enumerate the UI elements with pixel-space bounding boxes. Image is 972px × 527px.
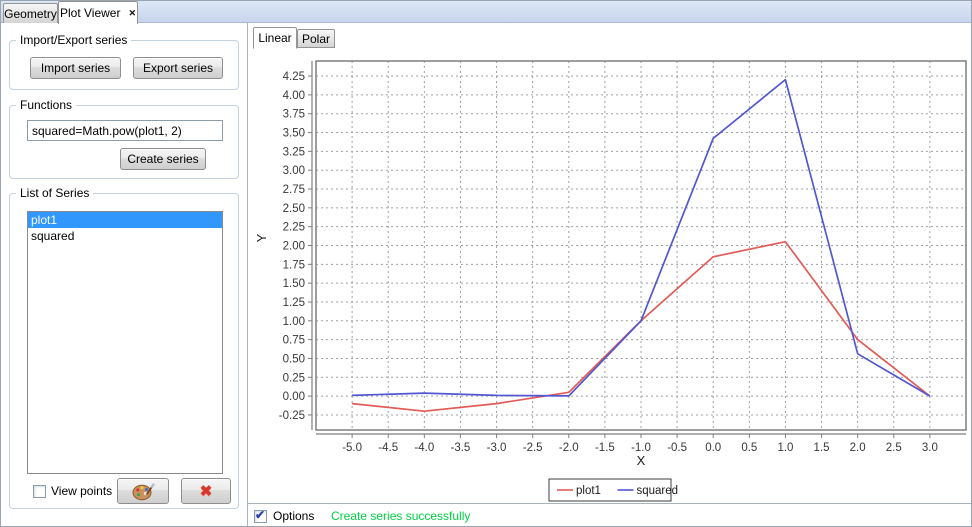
palette-icon	[131, 482, 155, 501]
legend-label-plot1: plot1	[576, 485, 601, 497]
import-export-group-title: Import/Export series	[16, 33, 131, 47]
functions-group-title: Functions	[16, 98, 76, 112]
create-series-button[interactable]: Create series	[120, 148, 206, 170]
import-series-button[interactable]: Import series	[30, 57, 121, 79]
y-axis-title: Y	[254, 233, 269, 242]
status-text: Create series successfully	[331, 509, 470, 523]
list-item-squared[interactable]: squared	[28, 228, 222, 244]
y-tick-label: 0.00	[283, 391, 305, 403]
x-tick-label: -3.5	[451, 442, 471, 454]
list-item-plot1[interactable]: plot1	[28, 212, 222, 228]
tab-linear[interactable]: Linear	[253, 27, 297, 49]
main-tabbar: Geometry Plot Viewer ✕	[1, 1, 971, 23]
y-tick-label: 2.75	[283, 184, 305, 196]
x-tick-label: 0.0	[705, 442, 721, 454]
x-tick-label: -4.0	[414, 442, 434, 454]
y-tick-label: 1.50	[283, 278, 305, 290]
y-tick-label: 1.75	[283, 259, 305, 271]
legend-label-squared: squared	[637, 485, 679, 497]
tab-plot-viewer-label: Plot Viewer	[60, 6, 120, 20]
y-tick-label: -0.25	[279, 410, 305, 422]
view-points-checkbox[interactable]: ✔	[33, 485, 46, 498]
y-tick-label: 3.75	[283, 109, 305, 121]
check-icon: ✔	[255, 508, 265, 522]
x-tick-label: 0.5	[741, 442, 757, 454]
x-tick-label: -2.5	[523, 442, 543, 454]
y-tick-label: 1.25	[283, 297, 305, 309]
x-tick-label: -2.0	[559, 442, 579, 454]
series-list-group-title: List of Series	[16, 186, 93, 200]
y-tick-label: 4.00	[283, 90, 305, 102]
y-tick-label: 0.25	[283, 372, 305, 384]
series-listbox: plot1 squared	[27, 211, 223, 474]
x-tick-label: -3.0	[487, 442, 507, 454]
tab-plot-viewer[interactable]: Plot Viewer ✕	[58, 1, 138, 24]
close-icon[interactable]: ✕	[128, 9, 136, 18]
x-tick-label: -0.5	[667, 442, 687, 454]
y-tick-label: 3.25	[283, 146, 305, 158]
x-tick-label: -1.5	[595, 442, 615, 454]
y-tick-label: 3.00	[283, 165, 305, 177]
options-checkbox[interactable]: ✔	[254, 510, 267, 523]
y-tick-label: 3.50	[283, 128, 305, 140]
y-tick-label: 2.25	[283, 222, 305, 234]
x-tick-label: 2.0	[850, 442, 866, 454]
delete-icon: ✖	[200, 482, 213, 500]
y-tick-label: 2.00	[283, 241, 305, 253]
x-tick-label: 3.0	[922, 442, 938, 454]
delete-series-button[interactable]: ✖	[181, 478, 231, 504]
y-tick-label: 0.75	[283, 335, 305, 347]
plot-viewer-window: Geometry Plot Viewer ✕ Import/Export ser…	[0, 0, 972, 527]
x-tick-label: 1.0	[777, 442, 793, 454]
y-tick-label: 1.00	[283, 316, 305, 328]
options-label[interactable]: Options	[273, 509, 314, 523]
chart: -0.25 0.00 0.25 0.50 0.75 1.00 1.25 1.50 1.75 2.0…	[249, 48, 971, 503]
y-tick-label: 2.50	[283, 203, 305, 215]
x-tick-label: 2.5	[886, 442, 902, 454]
tab-polar[interactable]: Polar	[297, 29, 335, 48]
y-tick-label: 0.50	[283, 353, 305, 365]
function-expression-input[interactable]	[27, 120, 223, 141]
view-points-label[interactable]: View points	[51, 484, 112, 498]
series-color-button[interactable]	[117, 478, 169, 504]
x-axis-title: X	[637, 453, 646, 468]
right-panel: Linear Polar -0.25 0.00 0.25 0.50 0.75 1.00 1.…	[248, 23, 971, 527]
x-tick-label: 1.5	[814, 442, 830, 454]
export-series-button[interactable]: Export series	[133, 57, 223, 79]
y-tick-label: 4.25	[283, 71, 305, 83]
x-tick-label: -5.0	[342, 442, 362, 454]
x-tick-label: -4.5	[378, 442, 398, 454]
left-panel: Import/Export series Import series Expor…	[1, 23, 248, 527]
tab-geometry[interactable]: Geometry	[3, 3, 58, 23]
options-bar: ✔ Options Create series successfully	[248, 503, 971, 527]
